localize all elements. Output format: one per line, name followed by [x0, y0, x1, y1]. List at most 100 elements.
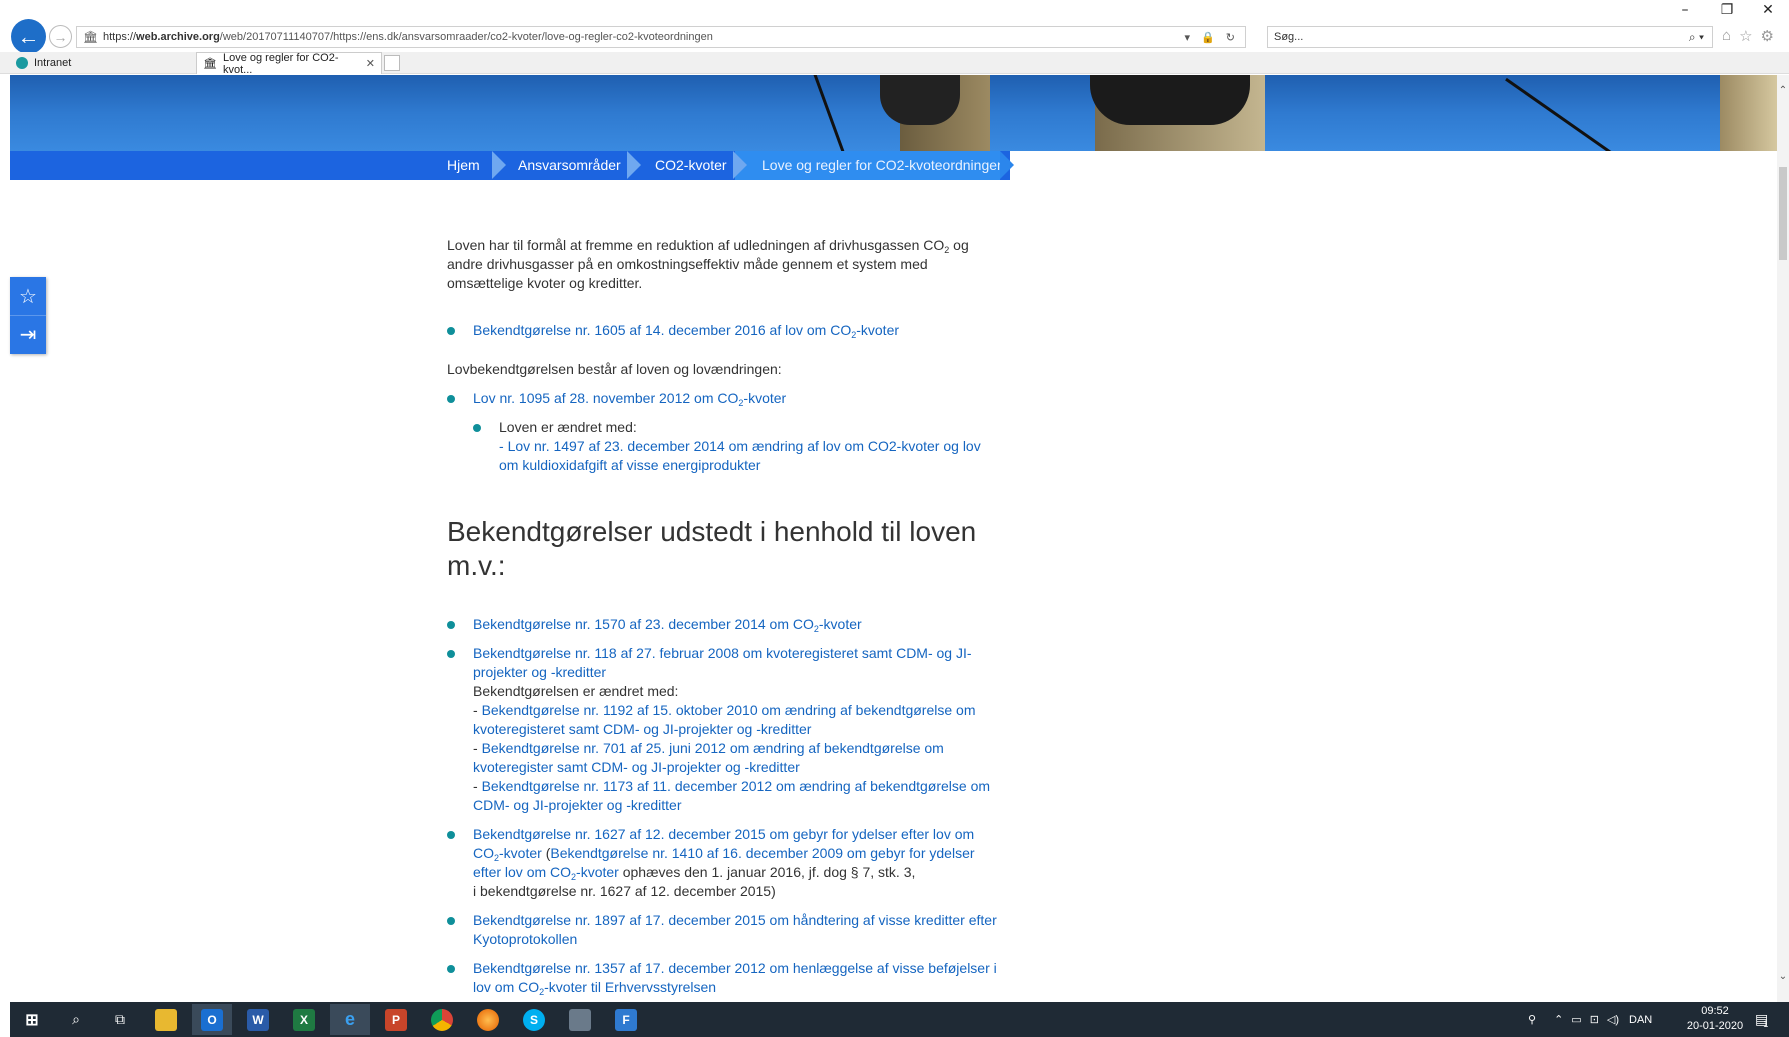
- scroll-thumb[interactable]: [1779, 167, 1787, 260]
- start-button[interactable]: ⊞: [12, 1004, 52, 1035]
- law-link[interactable]: Bekendtgørelse nr. 1605 af 14. december …: [473, 322, 899, 340]
- changed-label: Loven er ændret med:: [499, 419, 637, 435]
- breadcrumb-separator: [492, 151, 506, 179]
- skype-app[interactable]: S: [514, 1004, 554, 1035]
- chrome-icon: [431, 1008, 453, 1031]
- tab-intranet[interactable]: Intranet: [10, 52, 195, 74]
- notification-center[interactable]: ▤ 1: [1755, 1002, 1768, 1037]
- settings-gear-icon[interactable]: ⚙: [1761, 27, 1774, 45]
- intro-paragraph: Loven har til formål at fremme en redukt…: [447, 237, 969, 291]
- outlook-app[interactable]: O: [192, 1004, 232, 1035]
- list-item: Lov nr. 1095 af 28. november 2012 om CO2…: [447, 389, 997, 408]
- close-window-icon[interactable]: ✕: [1748, 2, 1788, 18]
- people-icon[interactable]: ⚲: [1528, 1013, 1536, 1026]
- favorite-button[interactable]: ☆: [10, 277, 46, 315]
- favorites-star-icon[interactable]: ☆: [1739, 27, 1752, 45]
- url-text[interactable]: https://web.archive.org/web/201707111407…: [103, 31, 1184, 43]
- firefox-app[interactable]: [468, 1004, 508, 1035]
- law-link[interactable]: Bekendtgørelse nr. 118 af 27. februar 20…: [473, 645, 972, 680]
- new-tab-button[interactable]: [384, 55, 400, 71]
- windows-icon: ⊞: [25, 1011, 39, 1029]
- side-toolbar: ☆ ⇥: [10, 277, 46, 354]
- tray-icons: ⚲ ⌃ ▭ ⊡ ◁) DAN: [1528, 1002, 1652, 1037]
- battery-icon[interactable]: ▭: [1571, 1013, 1581, 1026]
- app-generic[interactable]: [560, 1004, 600, 1035]
- home-icon[interactable]: ⌂: [1722, 27, 1731, 45]
- breadcrumb-end: [1000, 151, 1014, 179]
- law-link[interactable]: Bekendtgørelse nr. 1570 af 23. december …: [473, 616, 862, 634]
- breadcrumb-ansvarsomraader[interactable]: Ansvarsområder: [518, 151, 621, 180]
- skype-icon: S: [523, 1008, 545, 1031]
- clock-date: 20-01-2020: [1686, 1020, 1744, 1032]
- internet-explorer-app[interactable]: e: [330, 1004, 370, 1035]
- tab-active[interactable]: 🏛 Love og regler for CO2-kvot... ✕: [196, 52, 382, 76]
- search-placeholder: Søg...: [1274, 31, 1304, 43]
- archive-favicon-icon: 🏛: [83, 30, 99, 44]
- breadcrumb-home[interactable]: Hjem: [447, 151, 480, 180]
- scroll-up-icon[interactable]: ⌃: [1777, 85, 1789, 96]
- volume-icon[interactable]: ◁): [1607, 1013, 1619, 1026]
- star-icon: ☆: [19, 285, 37, 308]
- tab-close-icon[interactable]: ✕: [366, 57, 375, 70]
- word-icon: W: [247, 1008, 269, 1031]
- excel-icon: X: [293, 1008, 315, 1031]
- law-link[interactable]: Bekendtgørelse nr. 1357 af 17. december …: [473, 960, 997, 997]
- search-icon: ⌕: [72, 1011, 80, 1027]
- law-link[interactable]: Lov nr. 1497 af 23. december 2014 om ænd…: [499, 438, 981, 473]
- excel-app[interactable]: X: [284, 1004, 324, 1035]
- app-f[interactable]: F: [606, 1004, 646, 1035]
- taskbar-search[interactable]: ⌕: [56, 1004, 96, 1035]
- task-view-icon: ⧉: [115, 1011, 125, 1027]
- arrow-left-icon: ←: [17, 23, 40, 49]
- breadcrumb-current: Love og regler for CO2-kvoteordningen: [762, 157, 1005, 173]
- law-link[interactable]: Lov nr. 1095 af 28. november 2012 om CO2…: [473, 390, 786, 408]
- url-tools[interactable]: ▾ 🔒 ↻: [1184, 31, 1239, 44]
- back-button[interactable]: ←: [11, 19, 46, 54]
- url-path: /web/20170711140707/https://ens.dk/ansva…: [219, 31, 713, 43]
- scroll-down-icon[interactable]: ⌄: [1777, 971, 1789, 982]
- powerpoint-icon: P: [385, 1008, 407, 1031]
- forward-button[interactable]: →: [49, 25, 72, 48]
- app-icon: [569, 1008, 591, 1031]
- file-explorer[interactable]: [146, 1004, 186, 1035]
- list-item: Bekendtgørelse nr. 1605 af 14. december …: [447, 321, 997, 340]
- language-indicator[interactable]: DAN: [1629, 1014, 1652, 1026]
- list-item: Bekendtgørelse nr. 1570 af 23. december …: [447, 615, 997, 634]
- clock[interactable]: 09:52 20-01-2020: [1675, 1004, 1755, 1034]
- browser-toolbar-icons: ⌂ ☆ ⚙: [1722, 27, 1774, 45]
- breadcrumb-co2-kvoter[interactable]: CO2-kvoter: [655, 151, 727, 180]
- search-icon[interactable]: ⌕ ▾: [1689, 30, 1704, 45]
- window-titlebar: [0, 0, 1789, 22]
- hero-image: [10, 75, 1777, 151]
- ie-icon: e: [344, 1009, 355, 1029]
- url-host: web.archive.org: [136, 31, 220, 43]
- outlook-icon: O: [201, 1008, 223, 1031]
- chevron-up-icon[interactable]: ⌃: [1554, 1013, 1563, 1026]
- clock-time: 09:52: [1701, 1005, 1729, 1017]
- tab-label: Intranet: [34, 57, 72, 69]
- minimize-icon[interactable]: –: [1665, 2, 1705, 18]
- breadcrumb-separator: [627, 151, 641, 179]
- restore-icon[interactable]: ❐: [1707, 2, 1747, 18]
- search-field[interactable]: Søg... ⌕ ▾: [1267, 26, 1713, 48]
- powerpoint-app[interactable]: P: [376, 1004, 416, 1035]
- network-icon[interactable]: ⊡: [1590, 1013, 1599, 1026]
- main-content: Loven har til formål at fremme en redukt…: [447, 236, 997, 997]
- vertical-scrollbar[interactable]: ⌃ ⌄: [1777, 75, 1789, 1002]
- law-link[interactable]: Bekendtgørelse nr. 1173 af 11. december …: [473, 778, 990, 813]
- app-f-icon: F: [615, 1008, 637, 1031]
- list-item: Bekendtgørelse nr. 1357 af 17. december …: [447, 959, 997, 997]
- list-item: Bekendtgørelse nr. 118 af 27. februar 20…: [447, 644, 997, 815]
- task-view[interactable]: ⧉: [100, 1004, 140, 1035]
- chrome-app[interactable]: [422, 1004, 462, 1035]
- breadcrumb-separator: [733, 151, 747, 179]
- url-field[interactable]: 🏛 https://web.archive.org/web/2017071114…: [76, 26, 1246, 48]
- law-link[interactable]: Bekendtgørelse nr. 701 af 25. juni 2012 …: [473, 740, 944, 775]
- list-item: Loven er ændret med: - Lov nr. 1497 af 2…: [473, 418, 997, 475]
- share-button[interactable]: ⇥: [10, 315, 46, 353]
- law-link[interactable]: Bekendtgørelse nr. 1897 af 17. december …: [473, 912, 997, 947]
- word-app[interactable]: W: [238, 1004, 278, 1035]
- intranet-favicon-icon: [16, 57, 28, 69]
- law-link[interactable]: Bekendtgørelse nr. 1192 af 15. oktober 2…: [473, 702, 976, 737]
- section-heading: Bekendtgørelser udstedt i henhold til lo…: [447, 516, 977, 581]
